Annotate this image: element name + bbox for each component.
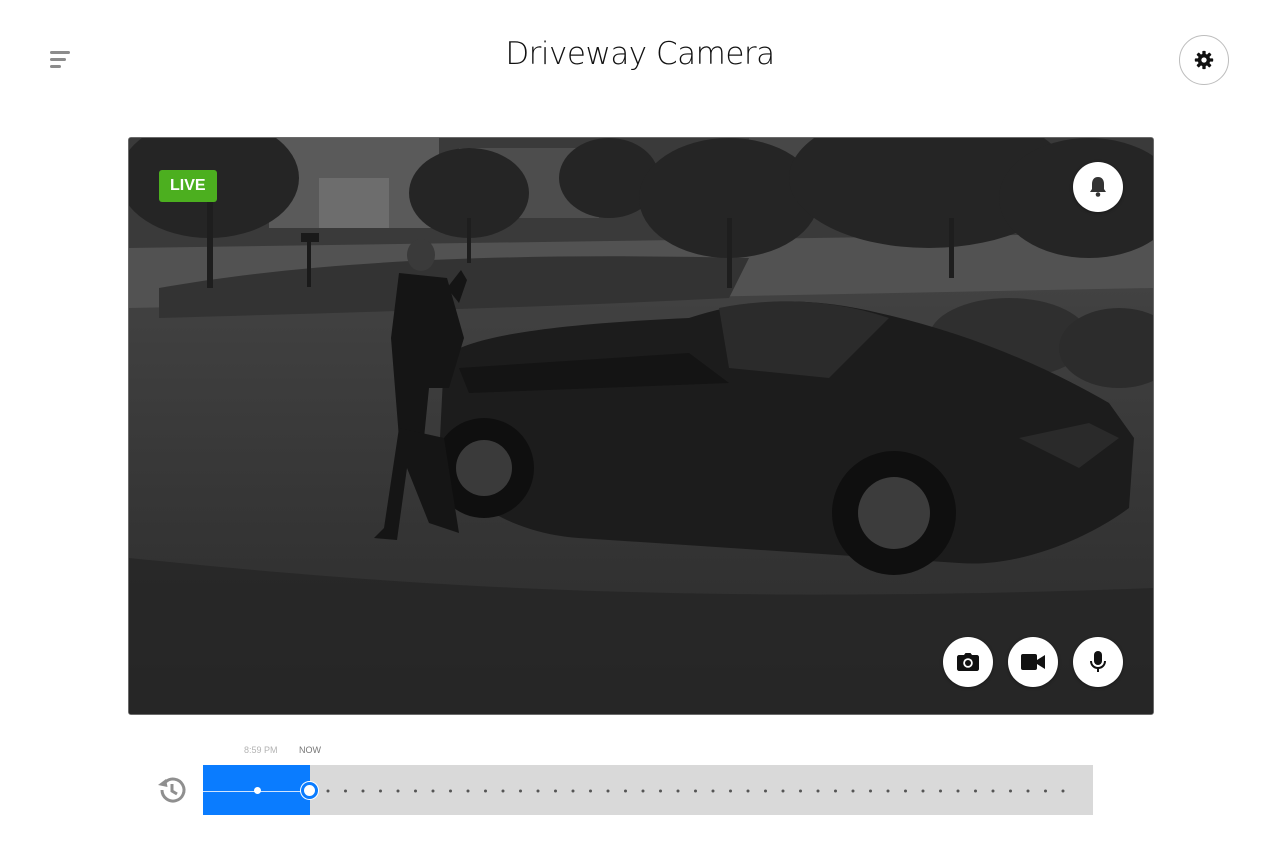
timeline-tick (886, 789, 890, 793)
timeline-tick (694, 789, 697, 793)
timeline-tick (466, 789, 470, 793)
camera-feed[interactable]: LIVE (128, 137, 1154, 715)
timeline-tick (379, 789, 382, 793)
video-camera-icon (1021, 654, 1045, 670)
timeline-tick (414, 789, 417, 793)
camera-feed-image (129, 138, 1153, 714)
timeline-tick (449, 789, 452, 793)
settings-button[interactable] (1179, 35, 1229, 85)
timeline-tick (1026, 789, 1030, 793)
timeline-tick (799, 789, 802, 793)
snapshot-button[interactable] (943, 637, 993, 687)
timeline-now-label: NOW (299, 745, 321, 755)
timeline-tick (659, 789, 662, 793)
timeline-tick (536, 789, 540, 793)
timeline-past-time: 8:59 PM (244, 745, 278, 755)
timeline-tick (589, 789, 592, 793)
timeline-tick (361, 789, 365, 793)
camera-icon (957, 653, 979, 671)
timeline-ticks (326, 789, 1065, 793)
timeline-tick (519, 789, 522, 793)
timeline-tick (431, 789, 435, 793)
timeline-tick (834, 789, 837, 793)
timeline-tick (1061, 789, 1065, 793)
timeline-tick (764, 789, 767, 793)
timeline-tick (939, 789, 942, 793)
history-icon (158, 777, 186, 803)
timeline-tick (904, 789, 907, 793)
timeline-tick (1044, 789, 1047, 793)
timeline-tick (554, 789, 557, 793)
timeline-tick (729, 789, 732, 793)
timeline-tick (571, 789, 575, 793)
page-title: Driveway Camera (505, 36, 775, 72)
timeline-tick (956, 789, 960, 793)
timeline-playhead[interactable] (301, 782, 318, 799)
timeline-tick (921, 789, 925, 793)
talk-button[interactable] (1073, 637, 1123, 687)
bell-icon (1090, 177, 1106, 197)
gear-icon (1194, 50, 1214, 70)
timeline-tick (1009, 789, 1012, 793)
timeline-tick (746, 789, 750, 793)
timeline-tick (991, 789, 995, 793)
timeline-tick (624, 789, 627, 793)
timeline-tick (344, 789, 347, 793)
timeline-tick (606, 789, 610, 793)
timeline-tick (851, 789, 855, 793)
alerts-button[interactable] (1073, 162, 1123, 212)
timeline-tick (869, 789, 872, 793)
timeline-track[interactable] (203, 765, 1093, 815)
live-badge: LIVE (159, 170, 217, 202)
timeline-tick (326, 789, 330, 793)
timeline-tick (501, 789, 505, 793)
timeline-tick (396, 789, 400, 793)
record-button[interactable] (1008, 637, 1058, 687)
timeline-tick (484, 789, 487, 793)
timeline-tick (676, 789, 680, 793)
timeline-tick (974, 789, 977, 793)
timeline-event-marker[interactable] (254, 787, 261, 794)
timeline-tick (781, 789, 785, 793)
timeline-tick (816, 789, 820, 793)
timeline-tick (641, 789, 645, 793)
history-button[interactable] (155, 773, 189, 807)
microphone-icon (1090, 651, 1106, 672)
timeline-tick (711, 789, 715, 793)
